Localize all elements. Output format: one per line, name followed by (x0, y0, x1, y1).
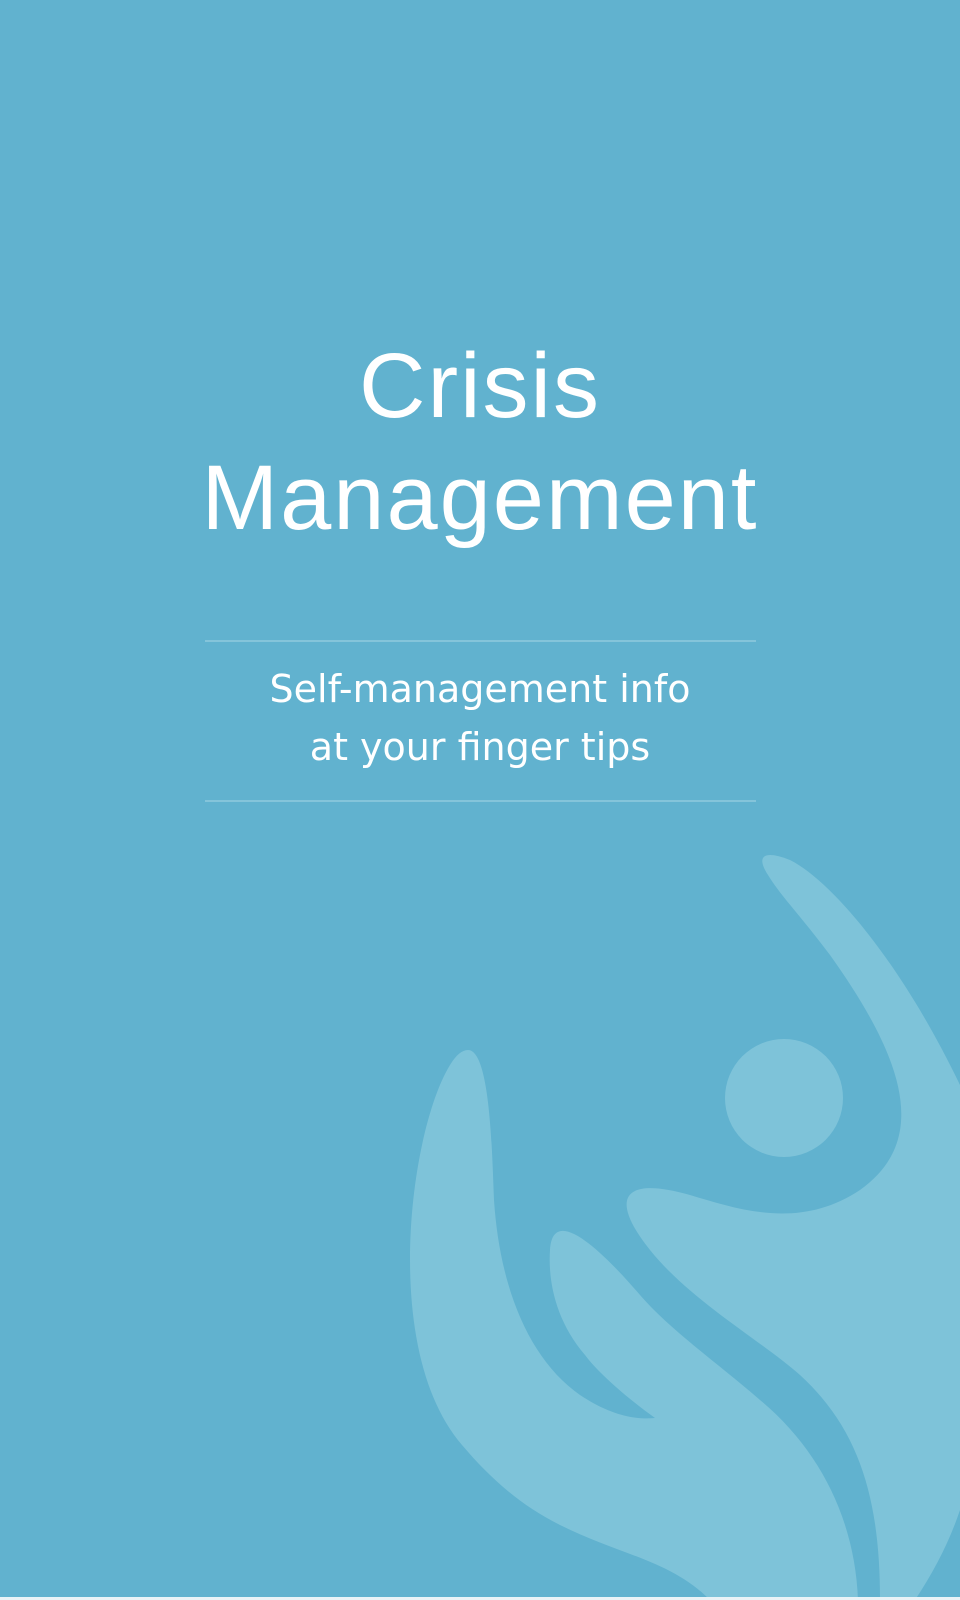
hand-palm (410, 1050, 858, 1600)
tagline-line-2: at your finger tips (309, 725, 651, 769)
divider-bottom (205, 800, 756, 802)
title-line-1: Crisis (359, 335, 601, 437)
tagline: Self-management info at your finger tips (0, 660, 960, 776)
divider-top (205, 640, 756, 642)
splash-screen: Crisis Management Self-management info a… (0, 0, 960, 1600)
app-title: Crisis Management (0, 330, 960, 554)
figure-head (725, 1039, 843, 1157)
figure-body (626, 855, 960, 1600)
tagline-line-1: Self-management info (269, 667, 691, 711)
title-line-2: Management (201, 447, 759, 549)
